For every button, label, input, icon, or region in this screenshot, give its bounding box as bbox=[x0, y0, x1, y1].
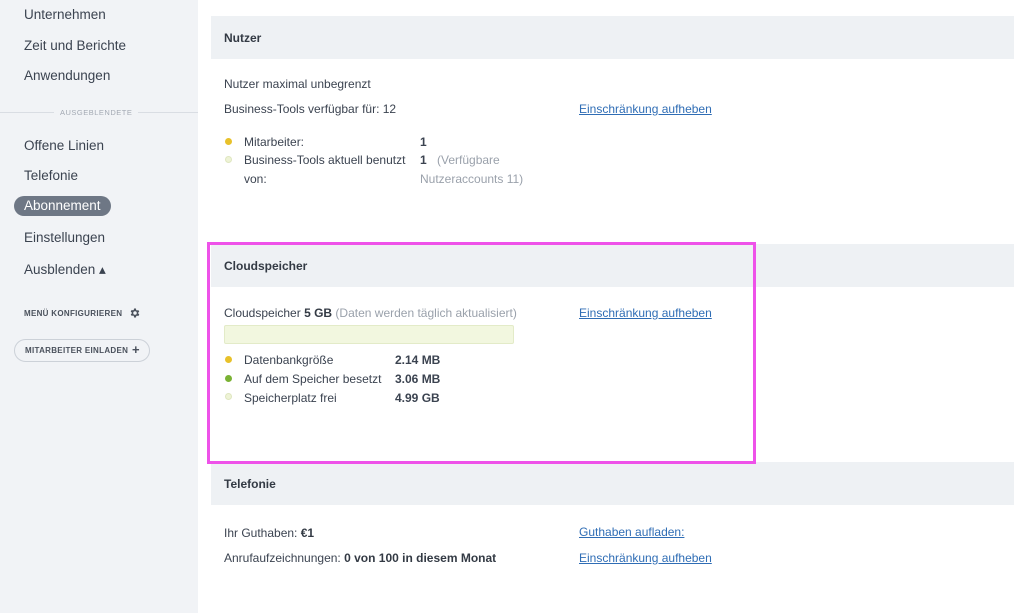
users-section-header: Nutzer bbox=[211, 16, 1014, 59]
users-section-title: Nutzer bbox=[224, 31, 262, 45]
highlight-frame bbox=[207, 242, 756, 464]
sidebar-item-anwendungen[interactable]: Anwendungen bbox=[24, 68, 110, 83]
balance-value: €1 bbox=[300, 526, 315, 540]
users-remove-limit-link[interactable]: Einschränkung aufheben bbox=[579, 102, 712, 116]
top-up-link[interactable]: Guthaben aufladen: bbox=[579, 525, 684, 539]
tools-used-note-cont: Nutzeraccounts 11) bbox=[420, 172, 524, 186]
tools-used-label: Business-Tools aktuell benutzt bbox=[244, 153, 406, 167]
employees-label: Mitarbeiter: bbox=[244, 135, 305, 149]
sidebar: Unternehmen Zeit und Berichte Anwendunge… bbox=[0, 0, 198, 613]
employees-dot bbox=[225, 138, 232, 145]
recordings-label: Anrufaufzeichnungen: bbox=[224, 551, 341, 565]
sidebar-item-einstellungen[interactable]: Einstellungen bbox=[24, 230, 105, 245]
recordings-text: Anrufaufzeichnungen: 0 von 100 in diesem… bbox=[224, 551, 496, 565]
telephony-section-title: Telefonie bbox=[224, 477, 276, 491]
gear-icon[interactable] bbox=[129, 307, 141, 319]
menu-configure-link[interactable]: MENÜ KONFIGURIEREN bbox=[24, 309, 122, 318]
tools-available-text: Business-Tools verfügbar für: 12 bbox=[224, 102, 397, 116]
sidebar-item-ausblenden[interactable]: Ausblenden ▴ bbox=[24, 262, 106, 278]
recordings-value: 0 von 100 in diesem Monat bbox=[344, 551, 497, 565]
tools-used-label-cont: von: bbox=[244, 172, 267, 186]
telephony-section-header: Telefonie bbox=[211, 462, 1014, 505]
sidebar-item-unternehmen[interactable]: Unternehmen bbox=[24, 7, 106, 22]
invite-employees-button[interactable]: MITARBEITER EINLADEN + bbox=[14, 339, 150, 362]
tools-used-note: (Verfügbare bbox=[437, 153, 500, 167]
plus-icon: + bbox=[132, 342, 140, 357]
hidden-section-label: AUSGEBLENDETE bbox=[54, 108, 139, 117]
sidebar-item-zeit-und-berichte[interactable]: Zeit und Berichte bbox=[24, 38, 126, 53]
employees-value: 1 bbox=[420, 135, 427, 149]
tools-used-value: 1 bbox=[420, 153, 427, 167]
sidebar-item-abonnement[interactable]: Abonnement bbox=[14, 196, 111, 216]
tools-used-dot bbox=[225, 156, 232, 163]
sidebar-item-offene-linien[interactable]: Offene Linien bbox=[24, 138, 104, 153]
sidebar-item-telefonie[interactable]: Telefonie bbox=[24, 168, 78, 183]
balance-label: Ihr Guthaben: bbox=[224, 526, 298, 540]
balance-text: Ihr Guthaben: €1 bbox=[224, 526, 314, 540]
max-users-text: Nutzer maximal unbegrenzt bbox=[224, 77, 371, 91]
telephony-remove-limit-link[interactable]: Einschränkung aufheben bbox=[579, 551, 712, 565]
app-root: Unternehmen Zeit und Berichte Anwendunge… bbox=[0, 0, 1024, 613]
invite-employees-label: MITARBEITER EINLADEN bbox=[25, 346, 129, 355]
